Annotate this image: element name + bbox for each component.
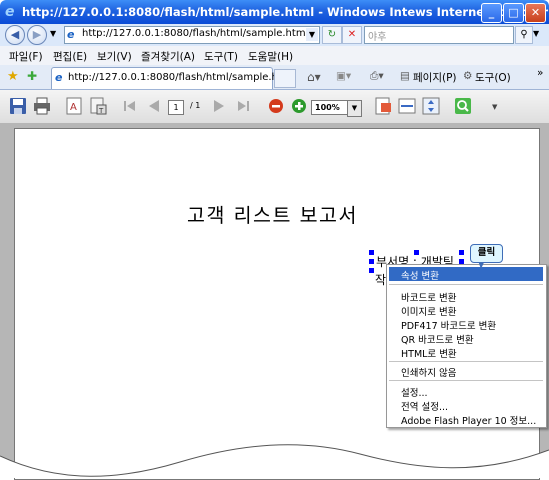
ie-logo-icon: e <box>5 4 15 20</box>
forward-icon[interactable]: ▶ <box>27 25 47 45</box>
menu-item-property-convert[interactable]: 속성 변환 <box>401 268 439 282</box>
tab-active[interactable]: e http://127.0.0.1:8080/flash/html/sampl… <box>51 67 294 89</box>
fit-width-icon[interactable] <box>398 97 416 115</box>
page-number-input[interactable]: 1 <box>168 100 184 115</box>
add-favorite-icon[interactable]: ✚ <box>27 69 37 83</box>
selection-handle[interactable] <box>459 250 464 255</box>
context-menu: 속성 변환 바코드로 변환 이미지로 변환 PDF417 바코드로 변환 QR … <box>386 264 547 428</box>
page-total: / 1 <box>190 101 201 110</box>
tab-page-icon: e <box>55 71 63 84</box>
close-button[interactable]: ✕ <box>525 3 546 23</box>
search-doc-icon[interactable] <box>454 97 472 115</box>
fullscreen-icon[interactable] <box>422 97 440 115</box>
report-title: 고객 리스트 보고서 <box>187 204 358 227</box>
menu-item-pdf417[interactable]: PDF417 바코드로 변환 <box>401 318 496 332</box>
search-icon[interactable]: ⚲ <box>515 26 533 44</box>
click-callout: 클릭 <box>470 244 503 263</box>
search-options-icon[interactable]: ▼ <box>533 29 539 38</box>
stop-icon[interactable]: ✕ <box>342 26 362 44</box>
viewer-toolbar: A T 1 / 1 100% ▼ ▼ <box>0 90 549 124</box>
menu-item-barcode[interactable]: 바코드로 변환 <box>401 290 456 304</box>
page-icon: e <box>67 28 75 41</box>
menu-item-image[interactable]: 이미지로 변환 <box>401 304 456 318</box>
history-dropdown-icon[interactable]: ▼ <box>50 29 56 38</box>
menu-bar: 파일(F) 편집(E) 보기(V) 즐겨찾기(A) 도구(T) 도움말(H) <box>0 46 549 66</box>
selection-handle[interactable] <box>414 250 419 255</box>
selection-handle[interactable] <box>369 259 374 264</box>
author-label: 작 <box>375 273 387 287</box>
page-menu[interactable]: 페이지(P) <box>413 70 457 85</box>
menu-favorites[interactable]: 즐겨찾기(A) <box>141 49 195 64</box>
minimize-button[interactable]: _ <box>481 3 502 23</box>
back-icon[interactable]: ◀ <box>5 25 25 45</box>
menu-item-no-print[interactable]: 인쇄하지 않음 <box>401 365 456 379</box>
selection-handle[interactable] <box>369 268 374 273</box>
zoom-out-icon[interactable] <box>267 97 285 115</box>
more-commands[interactable]: » <box>537 67 543 79</box>
address-toolbar: ◀ ▶ ▼ e http://127.0.0.1:8080/flash/html… <box>0 24 549 46</box>
text-export-icon[interactable]: A <box>65 97 83 115</box>
menu-separator <box>389 380 543 381</box>
title-bar[interactable]: e http://127.0.0.1:8080/flash/html/sampl… <box>0 0 549 24</box>
svg-text:T: T <box>98 107 104 115</box>
menu-separator <box>389 284 543 285</box>
menu-item-html[interactable]: HTML로 변환 <box>401 346 457 360</box>
search-input[interactable]: 야후 <box>364 26 514 44</box>
svg-text:A: A <box>70 102 77 113</box>
home-icon[interactable]: ⌂▾ <box>307 70 321 84</box>
feeds-icon[interactable]: ▣▾ <box>336 70 351 82</box>
zoom-dropdown-icon[interactable]: ▼ <box>347 100 362 117</box>
export-document-icon[interactable]: T <box>89 97 107 115</box>
fit-page-icon[interactable] <box>374 97 392 115</box>
tools-gear-icon: ⚙ <box>463 70 473 82</box>
menu-item-qr[interactable]: QR 바코드로 변환 <box>401 332 474 346</box>
print-icon[interactable] <box>33 97 51 115</box>
menu-file[interactable]: 파일(F) <box>9 49 43 64</box>
favorites-star-icon[interactable]: ★ <box>7 69 19 84</box>
prev-page-icon[interactable] <box>145 97 163 115</box>
menu-edit[interactable]: 편집(E) <box>53 49 87 64</box>
torn-edge <box>0 444 549 478</box>
window-title: http://127.0.0.1:8080/flash/html/sample.… <box>22 5 549 19</box>
new-tab-button[interactable] <box>274 69 296 88</box>
menu-item-global-settings[interactable]: 전역 설정... <box>401 399 448 413</box>
refresh-icon[interactable]: ↻ <box>322 26 342 44</box>
toolbar-options-icon[interactable]: ▼ <box>492 103 497 111</box>
maximize-button[interactable]: □ <box>503 3 524 23</box>
menu-separator <box>389 361 543 362</box>
save-icon[interactable] <box>9 97 27 115</box>
first-page-icon[interactable] <box>121 97 139 115</box>
next-page-icon[interactable] <box>210 97 228 115</box>
search-placeholder: 야후 <box>368 32 387 43</box>
menu-tools[interactable]: 도구(T) <box>204 49 238 64</box>
address-input[interactable]: e http://127.0.0.1:8080/flash/html/sampl… <box>64 26 320 44</box>
menu-item-settings[interactable]: 설정... <box>401 385 428 399</box>
address-dropdown-icon[interactable]: ▼ <box>306 28 318 41</box>
tools-menu[interactable]: 도구(O) <box>475 70 511 85</box>
selection-handle[interactable] <box>369 250 374 255</box>
zoom-in-icon[interactable] <box>290 97 308 115</box>
menu-item-flash-about[interactable]: Adobe Flash Player 10 정보... <box>401 413 536 427</box>
tab-row: ★ ✚ e http://127.0.0.1:8080/flash/html/s… <box>0 65 549 90</box>
page-icon: ▤ <box>400 70 410 82</box>
tab-title: http://127.0.0.1:8080/flash/html/sample.… <box>68 72 295 83</box>
print-icon[interactable]: ⎙▾ <box>370 70 384 83</box>
last-page-icon[interactable] <box>234 97 252 115</box>
menu-view[interactable]: 보기(V) <box>97 49 132 64</box>
menu-help[interactable]: 도움말(H) <box>248 49 293 64</box>
address-url: http://127.0.0.1:8080/flash/html/sample.… <box>82 28 309 39</box>
